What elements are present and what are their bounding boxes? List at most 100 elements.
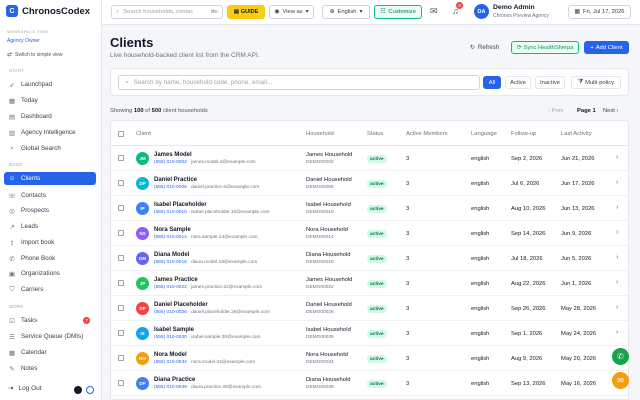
language-select[interactable]: ⊕ English ▾ [322, 5, 370, 19]
brand[interactable]: C ChronosCodex [6, 5, 90, 17]
filter-active[interactable]: Active [505, 76, 531, 89]
table-row[interactable]: NS Nora Sample (555) 010-0014 · nora.sampl… [111, 221, 628, 246]
client-phone[interactable]: (555) 010-0006 [154, 185, 187, 190]
row-checkbox[interactable] [118, 230, 124, 236]
client-phone[interactable]: (555) 010-0022 [154, 285, 187, 290]
table-row[interactable]: NM Nora Model (555) 010-0034 · nora.model.… [111, 346, 628, 371]
logout-button[interactable]: ⇥ Log Out [4, 384, 42, 393]
row-checkbox[interactable] [118, 305, 124, 311]
client-name[interactable]: James Practice [154, 277, 198, 283]
client-email[interactable]: daniel.practice.6@example.com [191, 185, 259, 190]
client-name[interactable]: Diana Model [154, 252, 189, 258]
sidebar-item-phone-book[interactable]: ✆ Phone Book [4, 252, 96, 265]
chevron-right-icon[interactable]: › [616, 229, 618, 236]
phone-fab[interactable]: ✆ [612, 348, 629, 365]
sidebar-item-organizations[interactable]: ▣ Organizations [4, 267, 96, 280]
client-email[interactable]: james.model.2@example.com [191, 160, 256, 165]
light-theme-toggle[interactable] [86, 386, 94, 394]
col-last-activity[interactable]: Last Activity [561, 131, 592, 137]
sidebar-item-today[interactable]: ▦ Today [4, 94, 96, 107]
row-checkbox[interactable] [118, 205, 124, 211]
sidebar-item-prospects[interactable]: ◎ Prospects [4, 204, 96, 217]
avatar[interactable]: DA [474, 4, 489, 19]
table-row[interactable]: JM James Model (555) 010-0002 · james.mode… [111, 146, 628, 171]
col-followup[interactable]: Follow-up [511, 131, 536, 137]
next-page-button[interactable]: Next › [603, 108, 618, 114]
workspace-value[interactable]: Agency Owner [7, 38, 40, 44]
chevron-right-icon[interactable]: › [616, 279, 618, 286]
client-email[interactable]: diana.model.18@example.com [191, 260, 257, 265]
chat-icon[interactable]: ✉ [430, 6, 438, 17]
client-name[interactable]: Isabel Placeholder [154, 202, 207, 208]
chevron-right-icon[interactable]: › [616, 204, 618, 211]
table-row[interactable]: DM Diana Model (555) 010-0018 · diana.mode… [111, 246, 628, 271]
global-search-input[interactable]: ⌕ Search households, contac ⌘K [111, 5, 223, 19]
client-phone[interactable]: (555) 010-0002 [154, 160, 187, 165]
chevron-right-icon[interactable]: › [616, 154, 618, 161]
sidebar-item-service-queue[interactable]: ☰ Service Queue (DMIs) [4, 330, 96, 343]
view-as-button[interactable]: ◉ View as ▾ [269, 5, 314, 19]
guide-button[interactable]: ▤ GUIDE [227, 5, 265, 19]
chat-fab[interactable]: ✉ [612, 372, 629, 389]
client-email[interactable]: nora.model.34@example.com [191, 360, 255, 365]
filter-all[interactable]: All [483, 76, 501, 89]
chevron-right-icon[interactable]: › [616, 179, 618, 186]
client-phone[interactable]: (555) 010-0034 [154, 360, 187, 365]
row-checkbox[interactable] [118, 255, 124, 261]
sync-healthsherpa-button[interactable]: ⟳ Sync HealthSherpa [511, 41, 579, 54]
client-email[interactable]: isabel.sample.30@example.com [191, 335, 260, 340]
client-phone[interactable]: (555) 010-0018 [154, 260, 187, 265]
refresh-button[interactable]: ↻ Refresh [470, 41, 499, 54]
client-email[interactable]: diana.practice.38@example.com [191, 385, 261, 390]
customize-button[interactable]: ☷ Customize [374, 5, 422, 19]
sidebar-item-tasks[interactable]: ☑ Tasks 7 [4, 314, 96, 327]
prev-page-button[interactable]: ‹ Prev [548, 108, 563, 114]
row-checkbox[interactable] [118, 355, 124, 361]
sidebar-item-calendar[interactable]: ▦ Calendar [4, 346, 96, 359]
filter-multi-policy[interactable]: ⧩ Multi-policy [571, 76, 621, 89]
col-household[interactable]: Household [306, 131, 334, 137]
sidebar-item-contacts[interactable]: ☏ Contacts [4, 189, 96, 202]
filter-inactive[interactable]: Inactive [535, 76, 565, 89]
col-status[interactable]: Status [367, 131, 383, 137]
sidebar-item-launchpad[interactable]: ➶ Launchpad [4, 78, 96, 91]
client-search-input[interactable]: ⌕ Search by name, household code, phone,… [118, 75, 480, 90]
client-phone[interactable]: (555) 010-0010 [154, 210, 187, 215]
row-checkbox[interactable] [118, 180, 124, 186]
client-email[interactable]: daniel.placeholder.26@example.com [191, 310, 270, 315]
simple-view-toggle[interactable]: ⇄ Switch to simple view [7, 51, 63, 59]
client-phone[interactable]: (555) 010-0026 [154, 310, 187, 315]
client-name[interactable]: Nora Model [154, 352, 187, 358]
col-client[interactable]: Client [136, 131, 151, 137]
client-name[interactable]: James Model [154, 152, 192, 158]
sidebar-item-notes[interactable]: ✎ Notes [4, 362, 96, 375]
row-checkbox[interactable] [118, 155, 124, 161]
chevron-right-icon[interactable]: › [616, 329, 618, 336]
sidebar-item-leads[interactable]: ↗ Leads [4, 220, 96, 233]
table-row[interactable]: IP Isabel Placeholder (555) 010-0010 · isa… [111, 196, 628, 221]
sidebar-item-dashboard[interactable]: ▤ Dashboard [4, 110, 96, 123]
row-checkbox[interactable] [118, 380, 124, 386]
sidebar-item-import-book[interactable]: ⇪ Import book [4, 236, 96, 249]
table-row[interactable]: IS Isabel Sample (555) 010-0030 · isabel.s… [111, 321, 628, 346]
client-phone[interactable]: (555) 010-0014 [154, 235, 187, 240]
chevron-right-icon[interactable]: › [616, 254, 618, 261]
sidebar-item-agency-intelligence[interactable]: ▥ Agency Intelligence [4, 126, 96, 139]
row-checkbox[interactable] [118, 280, 124, 286]
client-name[interactable]: Nora Sample [154, 227, 191, 233]
add-client-button[interactable]: + Add Client [584, 41, 629, 54]
sidebar-item-global-search[interactable]: ⌕ Global Search [4, 142, 96, 155]
table-row[interactable]: DP Daniel Practice (555) 010-0006 · daniel… [111, 171, 628, 196]
col-active-members[interactable]: Active Members [406, 131, 448, 137]
sidebar-item-carriers[interactable]: ⛉ Carriers [4, 283, 96, 296]
table-row[interactable]: DP Diana Practice (555) 010-0038 · diana.p… [111, 371, 628, 396]
client-email[interactable]: isabel.placeholder.10@example.com [191, 210, 269, 215]
client-name[interactable]: Daniel Practice [154, 177, 197, 183]
table-row[interactable]: JP James Practice (555) 010-0022 · james.p… [111, 271, 628, 296]
table-row[interactable]: DP Daniel Placeholder (555) 010-0026 · dan… [111, 296, 628, 321]
sidebar-item-clients[interactable]: ☺ Clients [4, 172, 96, 185]
client-email[interactable]: james.practice.22@example.com [191, 285, 262, 290]
collapse-sidebar-icon[interactable]: ‹ [86, 8, 88, 15]
client-phone[interactable]: (555) 010-0038 [154, 385, 187, 390]
client-email[interactable]: nora.sample.14@example.com [191, 235, 257, 240]
